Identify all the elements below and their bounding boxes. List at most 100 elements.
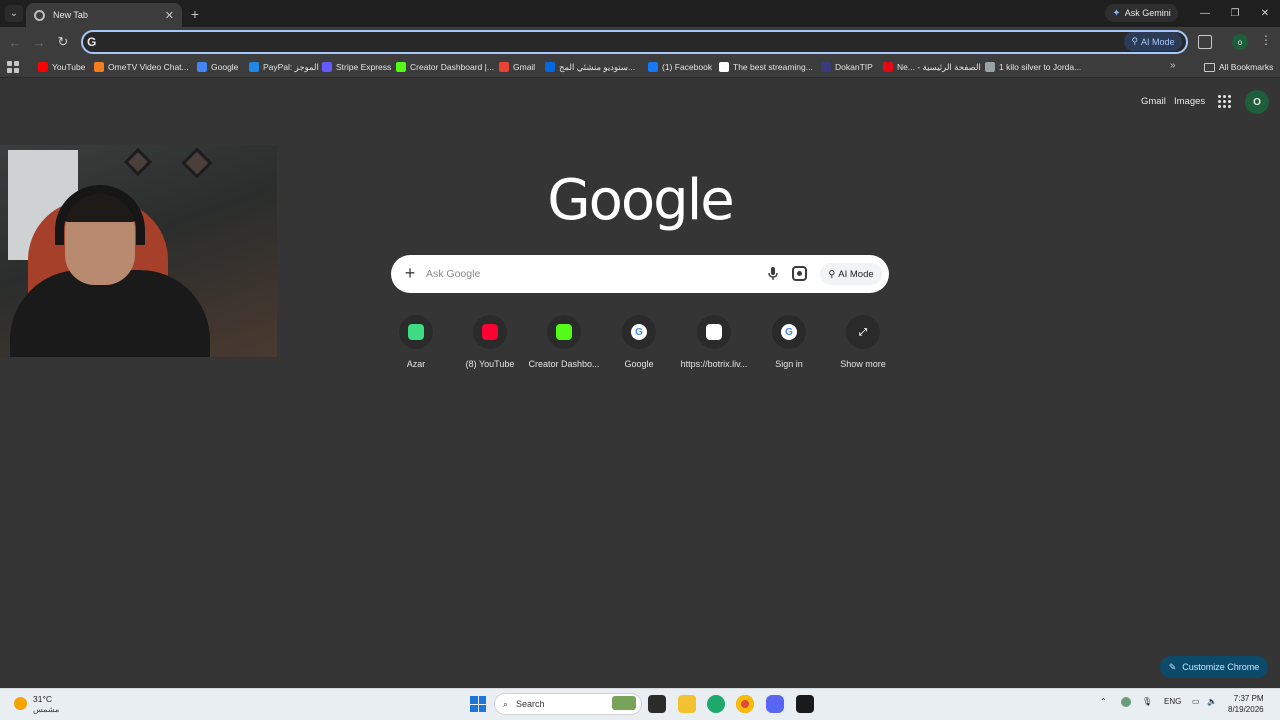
bookmark-item[interactable]: OmeTV Video Chat... [94,59,189,75]
shortcut-tile[interactable]: G Google [602,313,676,373]
microphone-icon[interactable] [766,266,780,282]
dokantip-icon [821,62,831,72]
bookmark-label: Creator Dashboard |... [410,62,494,72]
taskbar-clock[interactable]: 7:37 PM 8/19/2026 [1228,693,1264,715]
restore-button[interactable]: ❐ [1220,4,1250,22]
reload-button[interactable]: ↻ [54,33,72,51]
google-apps-icon[interactable] [1218,95,1231,108]
bookmark-item[interactable]: 1 kilo silver to Jorda... [985,59,1081,75]
windows-start-icon[interactable] [470,696,486,712]
search-placeholder[interactable]: Ask Google [426,268,480,280]
bookmark-label: The best streaming... [733,62,813,72]
kick-icon [556,324,572,340]
bookmark-item[interactable]: DokanTIP [821,59,873,75]
expand-icon: ⤢ [859,326,867,338]
bookmark-label: Stripe Express [336,62,392,72]
google-logo: Google [547,167,734,233]
bookmark-label: PayPal: الموجز [263,61,319,72]
shortcut-icon-circle: G [772,315,806,349]
azar-icon [408,324,424,340]
search-ai-mode-label: AI Mode [838,268,874,280]
shortcut-tile[interactable]: Creator Dashbo... [527,313,601,373]
botrix-icon [706,324,722,340]
pencil-icon: ✎ [1168,661,1177,672]
search-ai-mode-button[interactable]: ⚲ AI Mode [820,263,882,285]
back-button[interactable]: ← [6,33,24,51]
bookmark-item[interactable]: YouTube [38,59,85,75]
tab-search-button[interactable]: ⌄ [5,5,23,22]
youtube-icon [482,324,498,340]
shortcut-label: Sign in [775,359,803,369]
bookmark-item[interactable]: PayPal: الموجز [249,59,319,75]
chrome-taskbar-icon[interactable] [736,695,754,713]
ask-gemini-button[interactable]: ✦ Ask Gemini [1105,4,1178,22]
shortcut-tile[interactable]: ⤢ Show more [826,313,900,373]
close-window-button[interactable]: ✕ [1250,4,1280,22]
edge-icon[interactable] [707,695,725,713]
kick-icon [396,62,406,72]
bookmarks-bar [0,57,1280,78]
shortcut-label: Azar [406,359,426,369]
ometv-icon [94,62,104,72]
lens-icon[interactable] [792,266,807,281]
shortcut-tile[interactable]: (8) YouTube [453,313,527,373]
profile-avatar[interactable]: o [1232,34,1248,50]
kick-app-icon[interactable] [796,695,814,713]
address-bar[interactable] [81,30,1188,54]
more-bookmarks-icon[interactable]: » [1170,60,1176,71]
omnibox-ai-mode-button[interactable]: ⚲ AI Mode [1124,32,1182,51]
chevron-up-icon[interactable]: ⌃ [1100,697,1107,706]
youtube-icon [38,62,48,72]
bookmark-item[interactable]: (1) Facebook [648,59,712,75]
meta-icon [545,62,555,72]
network-icon[interactable]: ▭ [1192,697,1200,706]
new-tab-button[interactable]: + [186,5,204,22]
shortcut-tile[interactable]: G Sign in [752,313,826,373]
shortcut-icon-circle: ⤢ [846,315,880,349]
menu-icon[interactable]: ⋮ [1260,33,1272,51]
globe-icon [985,62,995,72]
bookmark-label: DokanTIP [835,62,873,72]
volume-icon[interactable]: 🔈 [1207,697,1217,706]
ai-mode-icon: ⚲ [828,268,836,280]
shortcut-icon-circle: G [622,315,656,349]
bookmark-item[interactable]: Stripe Express [322,59,391,75]
language-indicator[interactable]: ENG [1164,697,1181,706]
shortcut-label: Creator Dashbo... [528,359,600,369]
bookmark-label: OmeTV Video Chat... [108,62,189,72]
discord-icon[interactable] [766,695,784,713]
shortcut-icon-circle [547,315,581,349]
extensions-icon[interactable] [1198,35,1212,49]
account-avatar[interactable]: O [1245,90,1269,114]
bookmark-item[interactable]: Gmail [499,59,535,75]
images-link[interactable]: Images [1174,96,1205,107]
gmail-icon [499,62,509,72]
weather-temperature[interactable]: 31°C [33,694,52,704]
apps-icon[interactable] [7,61,19,73]
task-view-icon[interactable] [648,695,666,713]
close-icon[interactable]: ✕ [165,9,174,22]
shortcut-tile[interactable]: https://botrix.liv... [677,313,751,373]
sun-icon[interactable] [14,697,27,710]
forward-button[interactable]: → [30,33,48,51]
all-bookmarks-button[interactable]: All Bookmarks [1204,59,1273,75]
minimize-button[interactable]: — [1190,4,1220,22]
shortcut-tile[interactable]: Azar [379,313,453,373]
bookmark-item[interactable]: The best streaming... [719,59,813,75]
bookmark-item[interactable]: Google [197,59,238,75]
file-explorer-icon[interactable] [678,695,696,713]
tray-app-icon[interactable] [1121,697,1131,707]
gmail-link[interactable]: Gmail [1141,96,1166,107]
microphone-tray-icon[interactable]: 🎙 [1142,697,1152,706]
bookmark-item[interactable]: Creator Dashboard |... [396,59,494,75]
shortcut-label: https://botrix.liv... [680,359,748,369]
search-highlight-icon [612,696,636,710]
tab-new-tab[interactable]: New Tab ✕ [26,3,182,27]
weather-condition[interactable]: مشمس [33,705,59,714]
customize-chrome-button[interactable]: ✎ Customize Chrome [1160,656,1268,678]
bookmark-item[interactable]: ستوديو منشئي المح... [545,59,635,75]
shortcut-icon-circle [399,315,433,349]
bookmark-item[interactable]: Ne... - الصفحة الرئيسية [883,59,981,75]
add-icon[interactable]: + [402,264,418,282]
google-icon: G [87,35,97,49]
